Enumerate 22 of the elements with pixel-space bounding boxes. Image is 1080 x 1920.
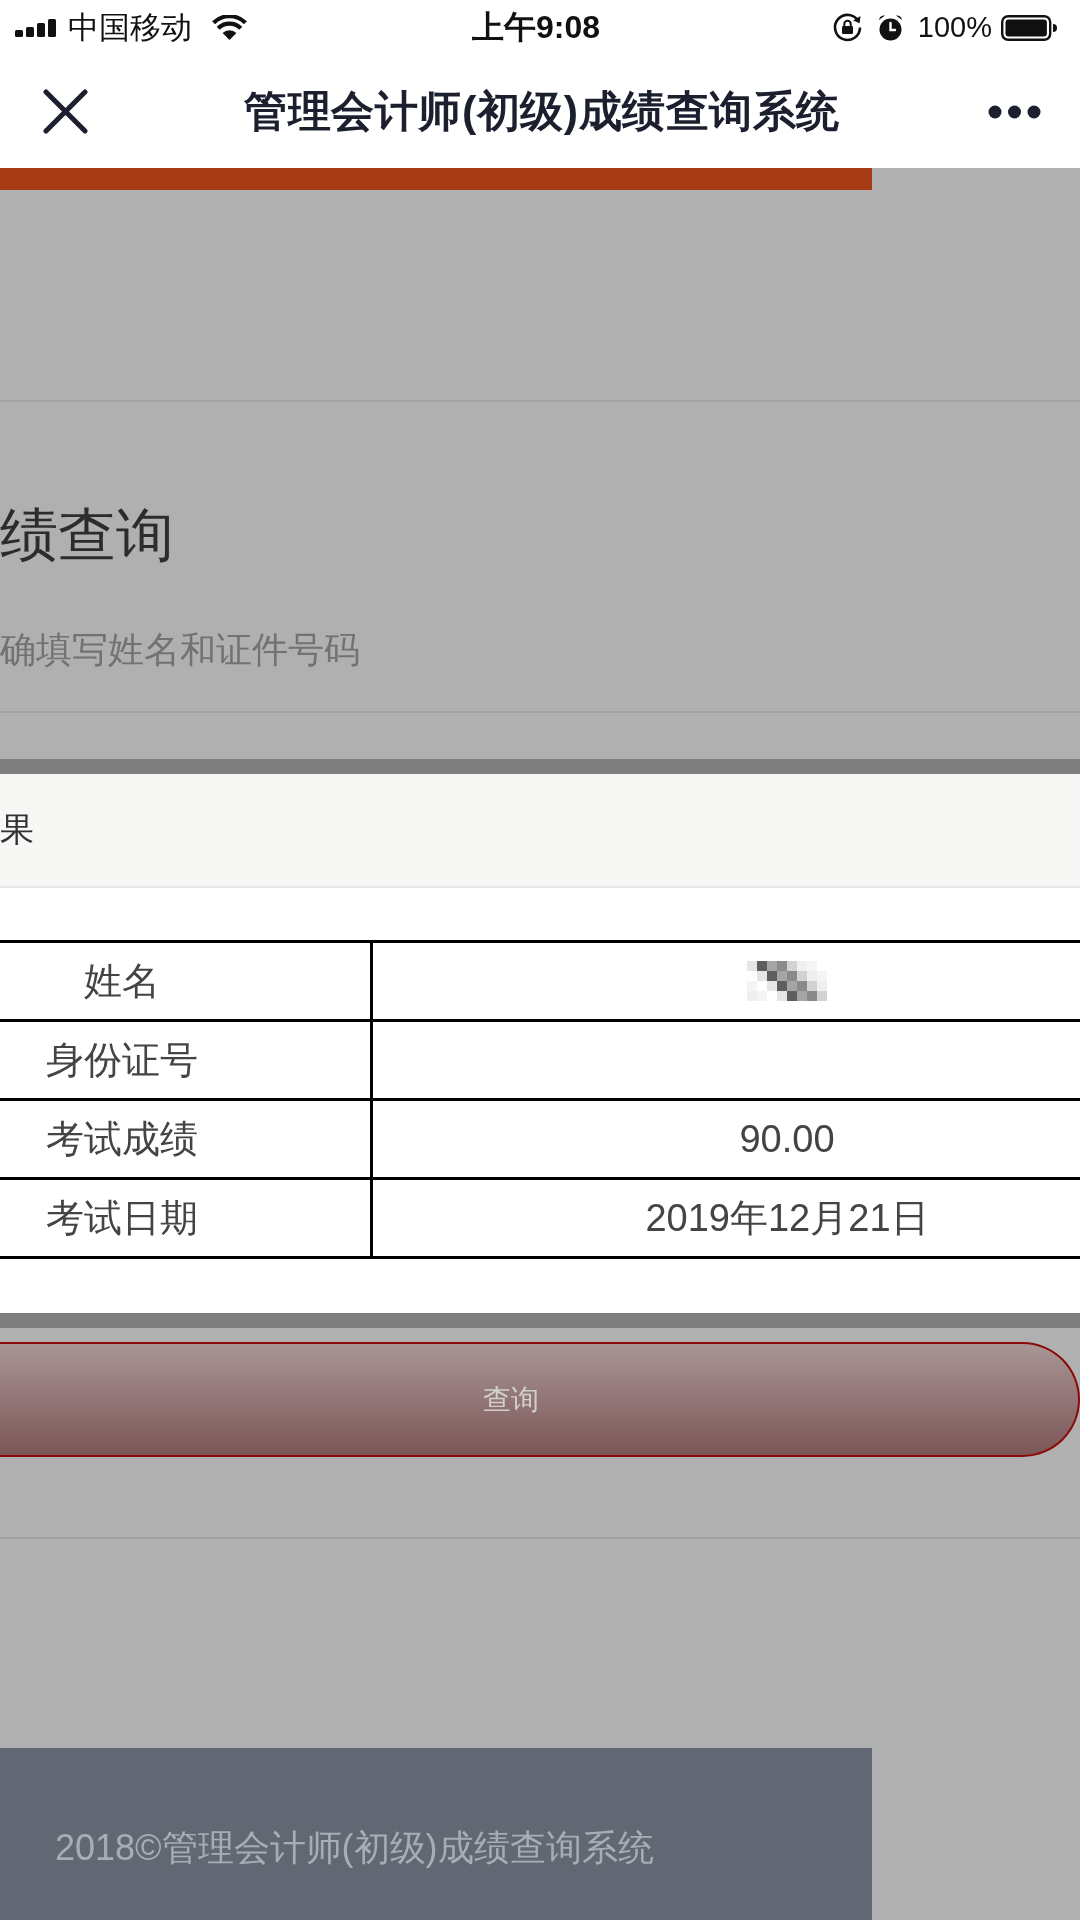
close-icon[interactable]: [43, 89, 88, 134]
field-label: 考试成绩: [46, 1116, 198, 1162]
field-label: 身份证号: [46, 1037, 198, 1083]
field-label: 考试日期: [46, 1195, 198, 1241]
field-label: 姓名: [84, 958, 160, 1004]
page-title: 管理会计师(初级)成绩查询系统: [244, 85, 840, 137]
section-heading: 绩查询: [0, 501, 174, 569]
alarm-clock-icon: [876, 13, 904, 42]
carrier-name: 中国移动: [68, 8, 192, 47]
clock-time: 上午9:08: [471, 7, 600, 47]
more-icon[interactable]: [988, 104, 1041, 119]
signal-icon: [15, 18, 56, 37]
battery-percent: 100%: [917, 11, 992, 44]
rotation-lock-icon: [831, 12, 863, 43]
field-value: 90.00: [739, 1117, 835, 1161]
panel-title: 果: [0, 809, 34, 850]
battery-icon: [1001, 14, 1057, 41]
copyright-text: 2018©管理会计师(初级)成绩查询系统: [55, 1827, 654, 1868]
instruction-text: 确填写姓名和证件号码: [0, 628, 360, 672]
wifi-icon: [212, 15, 247, 40]
query-button[interactable]: 查询: [0, 1342, 1080, 1457]
field-value: 2019年12月21日: [645, 1195, 929, 1241]
